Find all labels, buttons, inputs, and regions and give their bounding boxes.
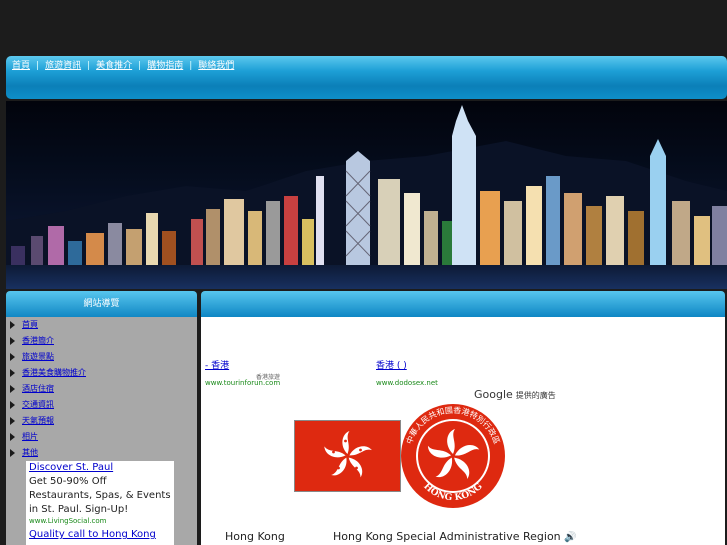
sidebar-item-label[interactable]: 旅遊景點 bbox=[22, 352, 54, 361]
sidebar-item-label[interactable]: 相片 bbox=[22, 432, 38, 441]
sidebar-ad-box: Discover St. Paul Get 50-90% Off Restaur… bbox=[26, 461, 174, 545]
triangle-bullet-icon bbox=[10, 448, 15, 457]
ads-provided-by: 提供的廣告 bbox=[515, 391, 556, 400]
sidebar-item-label[interactable]: 香港美食購物推介 bbox=[22, 368, 86, 377]
sidebar-item-introduction[interactable]: 香港簡介 bbox=[10, 335, 54, 349]
nav-item-contact[interactable]: 聯絡我們 bbox=[198, 61, 234, 71]
ad-url[interactable]: www.LivingSocial.com bbox=[29, 517, 107, 525]
ad-title-link[interactable]: - 香港 bbox=[205, 358, 229, 371]
nav-separator: | bbox=[36, 61, 40, 71]
hong-kong-flag bbox=[294, 420, 401, 492]
ad-title-link[interactable]: Discover St. Paul bbox=[29, 462, 113, 473]
ad-url[interactable]: www.dodosex.net bbox=[376, 379, 438, 387]
sidebar-item-attractions[interactable]: 旅遊景點 bbox=[10, 351, 54, 365]
caption-hong-kong: Hong Kong bbox=[225, 530, 285, 543]
triangle-bullet-icon bbox=[10, 400, 15, 409]
main-content: - 香港 香港旅遊 www.tourinforun.com 香港 ( ) www… bbox=[201, 317, 725, 545]
nav-item-shopping[interactable]: 購物指南 bbox=[147, 61, 183, 71]
speaker-icon[interactable]: 🔊 bbox=[564, 532, 576, 543]
triangle-bullet-icon bbox=[10, 416, 15, 425]
top-navigation-bar: 首頁 | 旅遊資訊 | 美食推介 | 購物指南 | 聯絡我們 bbox=[6, 56, 727, 99]
sidebar-item-food-shopping[interactable]: 香港美食購物推介 bbox=[10, 367, 86, 381]
google-ads-label[interactable]: Google 提供的廣告 bbox=[474, 388, 556, 401]
nav-separator: | bbox=[189, 61, 193, 71]
sidebar-item-photos[interactable]: 相片 bbox=[10, 431, 38, 445]
sidebar-item-label[interactable]: 其他 bbox=[22, 448, 38, 457]
triangle-bullet-icon bbox=[10, 384, 15, 393]
ad-title-link[interactable]: Quality call to Hong Kong bbox=[29, 529, 156, 540]
hksar-emblem: 中華人民共和國香港特別行政區 HONG KONG bbox=[400, 403, 506, 509]
bauhinia-flower-icon bbox=[324, 431, 372, 478]
sidebar-item-label[interactable]: 交通資訊 bbox=[22, 400, 54, 409]
nav-separator: | bbox=[138, 61, 142, 71]
nav-item-home[interactable]: 首頁 bbox=[12, 61, 30, 71]
sidebar-item-transport[interactable]: 交通資訊 bbox=[10, 399, 54, 413]
google-logo-text: Google bbox=[474, 388, 513, 401]
triangle-bullet-icon bbox=[10, 352, 15, 361]
skyline-illustration bbox=[6, 105, 727, 289]
sidebar-header: 網站導覽 bbox=[6, 291, 197, 317]
ad-description: Get 50-90% Off Restaurants, Spas, & Even… bbox=[29, 476, 171, 515]
sidebar-item-weather[interactable]: 天氣預報 bbox=[10, 415, 54, 429]
nav-separator: | bbox=[87, 61, 91, 71]
nav-item-food[interactable]: 美食推介 bbox=[96, 61, 132, 71]
main-content-header bbox=[201, 291, 725, 317]
harbour-water bbox=[6, 265, 727, 289]
triangle-bullet-icon bbox=[10, 432, 15, 441]
nav-menu: 首頁 | 旅遊資訊 | 美食推介 | 購物指南 | 聯絡我們 bbox=[12, 58, 234, 71]
triangle-bullet-icon bbox=[10, 368, 15, 377]
sidebar-item-label[interactable]: 香港簡介 bbox=[22, 336, 54, 345]
sidebar-item-label[interactable]: 首頁 bbox=[22, 320, 38, 329]
caption-region-text: Hong Kong Special Administrative Region bbox=[333, 530, 561, 543]
caption-region-name: Hong Kong Special Administrative Region … bbox=[333, 530, 577, 543]
emblem-seal-icon: 中華人民共和國香港特別行政區 HONG KONG bbox=[401, 404, 505, 508]
triangle-bullet-icon bbox=[10, 320, 15, 329]
ad-url[interactable]: www.tourinforun.com bbox=[205, 379, 280, 387]
sidebar-item-home[interactable]: 首頁 bbox=[10, 319, 38, 333]
sidebar-item-other[interactable]: 其他 bbox=[10, 447, 38, 461]
sidebar-item-hotels[interactable]: 酒店住宿 bbox=[10, 383, 54, 397]
ad-title-link[interactable]: 香港 ( ) bbox=[376, 358, 407, 371]
sidebar-item-label[interactable]: 酒店住宿 bbox=[22, 384, 54, 393]
nav-item-travel-info[interactable]: 旅遊資訊 bbox=[45, 61, 81, 71]
triangle-bullet-icon bbox=[10, 336, 15, 345]
sidebar-item-label[interactable]: 天氣預報 bbox=[22, 416, 54, 425]
top-dark-bar bbox=[0, 0, 727, 56]
hong-kong-skyline-banner bbox=[6, 101, 727, 289]
